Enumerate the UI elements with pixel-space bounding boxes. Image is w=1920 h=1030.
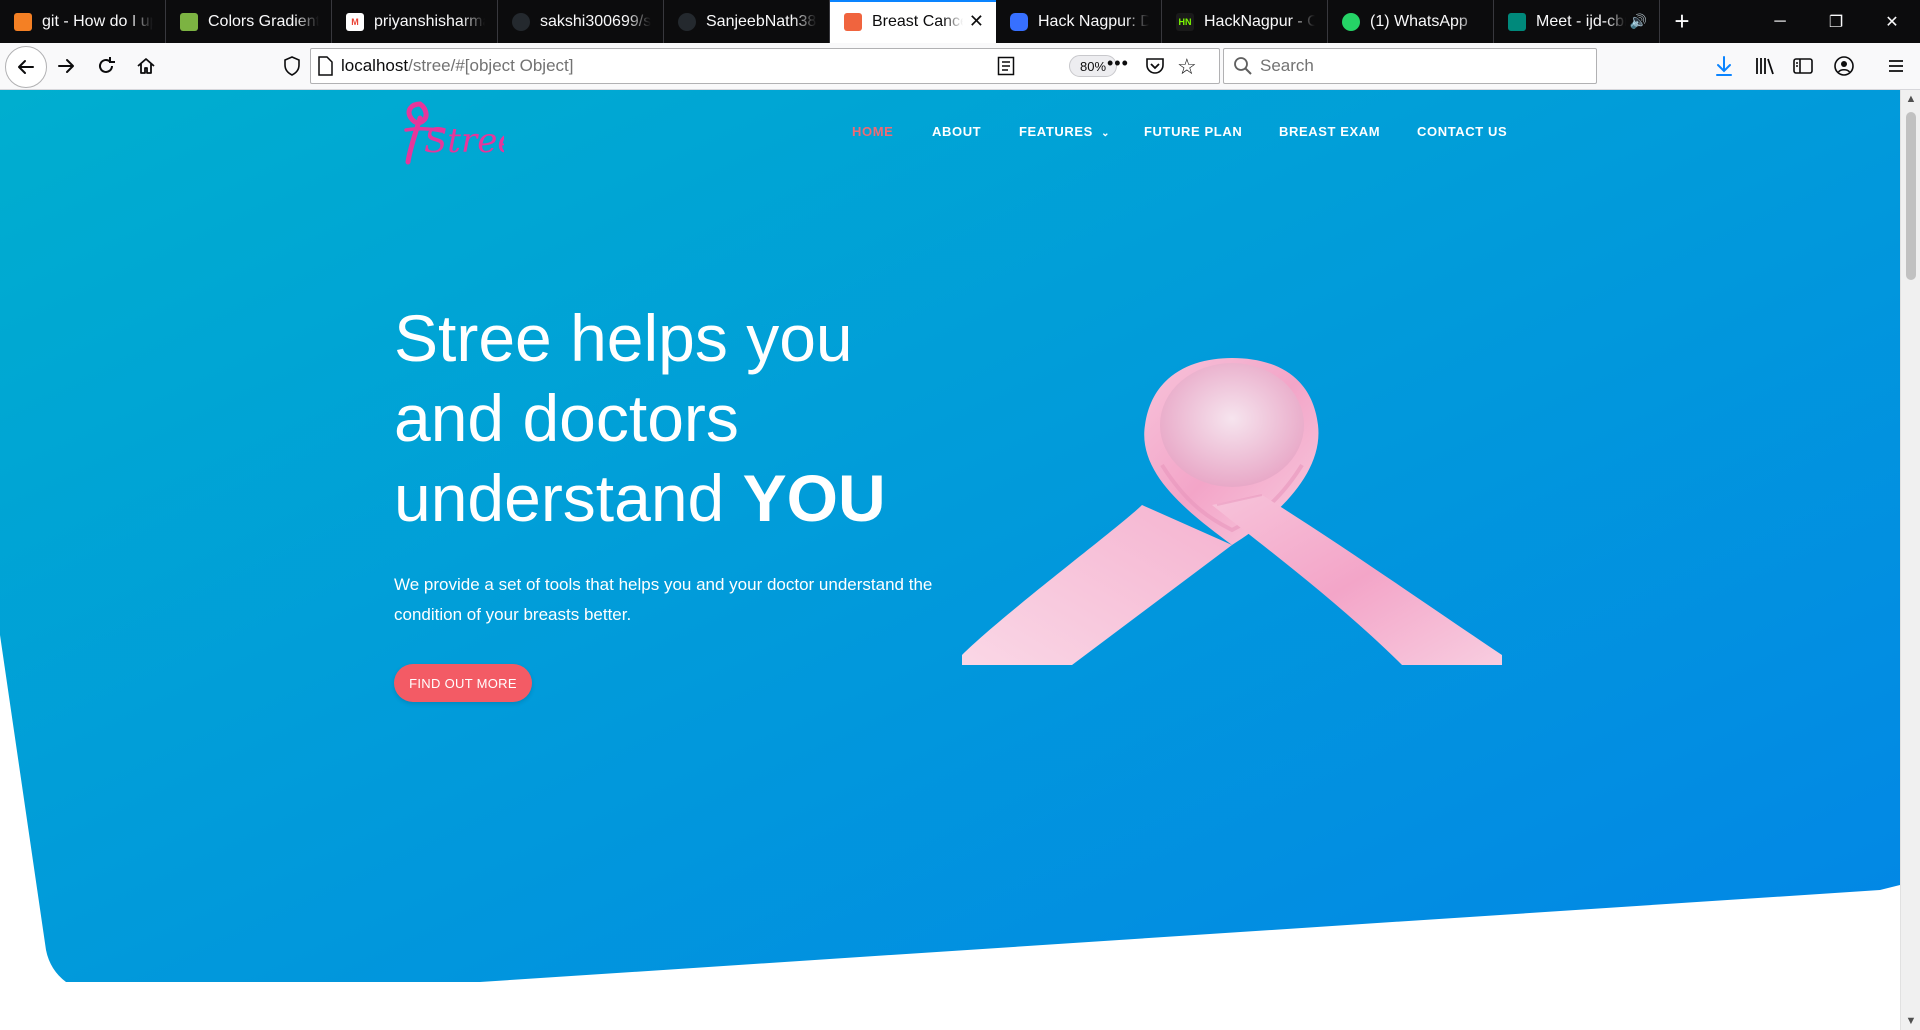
back-button[interactable]	[5, 46, 47, 88]
pink-ribbon-image	[962, 358, 1502, 665]
browser-tab[interactable]: sakshi300699/stre	[498, 0, 664, 43]
hero-heading-line2: and doctors	[394, 381, 739, 455]
devfolio-icon	[1010, 12, 1028, 31]
browser-tab[interactable]: HN HackNagpur - Ce	[1162, 0, 1328, 43]
chevron-down-icon: ⌄	[1101, 128, 1111, 139]
reader-view-icon[interactable]	[997, 56, 1015, 76]
forward-button[interactable]	[49, 49, 83, 83]
sidebar-button[interactable]	[1786, 49, 1820, 83]
browser-tab[interactable]: Meet - ijd-cbr 🔊	[1494, 0, 1660, 43]
gradient-site-icon	[180, 12, 198, 31]
arrow-left-icon	[18, 60, 34, 74]
downloads-button[interactable]	[1707, 49, 1741, 83]
browser-tab[interactable]: SanjeebNath382/	[664, 0, 830, 43]
hamburger-menu-icon	[1889, 60, 1903, 72]
browser-tab-strip: git - How do I up Colors Gradient M priy…	[0, 0, 1920, 43]
search-placeholder: Search	[1260, 56, 1314, 75]
home-button[interactable]	[129, 49, 163, 83]
sidebar-icon	[1793, 58, 1813, 74]
menu-button[interactable]	[1879, 49, 1913, 83]
library-button[interactable]	[1748, 49, 1782, 83]
new-tab-button[interactable]: +	[1660, 0, 1704, 43]
google-meet-icon	[1508, 12, 1526, 31]
tab-title: Breast Cancer	[872, 12, 963, 30]
hacknagpur-icon: HN	[1176, 12, 1194, 31]
localhost-page-icon	[844, 12, 862, 31]
minimize-icon[interactable]: ─	[1752, 0, 1808, 43]
more-actions-icon[interactable]: •••	[1107, 53, 1129, 74]
address-bar[interactable]: localhost/stree/#[object Object] 80% •••…	[310, 48, 1220, 84]
tab-title: Hack Nagpur: Da	[1038, 12, 1149, 30]
nav-features-link[interactable]: FEATURES ⌄	[1019, 124, 1110, 139]
pocket-icon[interactable]	[1145, 56, 1165, 76]
tab-title: git - How do I up	[42, 12, 153, 30]
whatsapp-icon	[1342, 12, 1360, 31]
page-info-icon[interactable]	[317, 56, 333, 76]
site-navigation: HOME ABOUT FEATURES ⌄ FUTURE PLAN BREAST…	[0, 124, 1900, 144]
github-icon	[678, 12, 696, 31]
page-viewport: Stree HOME ABOUT FEATURES ⌄ FUTURE PLAN …	[0, 90, 1900, 1030]
hero-heading-line1: Stree helps you	[394, 301, 853, 375]
download-icon	[1716, 56, 1732, 76]
page-scrollbar[interactable]: ▲ ▼	[1900, 90, 1920, 1030]
tab-title: Colors Gradient	[208, 12, 319, 30]
account-icon	[1834, 56, 1854, 76]
scroll-down-arrow-icon[interactable]: ▼	[1901, 1012, 1920, 1030]
find-out-more-button[interactable]: FIND OUT MORE	[394, 664, 532, 702]
tab-title: Meet - ijd-cbr	[1536, 12, 1626, 30]
nav-contact-us-link[interactable]: CONTACT US	[1417, 124, 1507, 139]
gmail-icon: M	[346, 12, 364, 31]
reload-button[interactable]	[89, 49, 123, 83]
nav-about-link[interactable]: ABOUT	[932, 124, 981, 139]
tab-title: SanjeebNath382/	[706, 12, 817, 30]
nav-home-link[interactable]: HOME	[852, 124, 893, 139]
github-icon	[512, 12, 530, 31]
browser-tab[interactable]: (1) WhatsApp	[1328, 0, 1494, 43]
search-input[interactable]: Search	[1223, 48, 1597, 84]
nav-features-label: FEATURES	[1019, 124, 1093, 139]
nav-breast-exam-link[interactable]: BREAST EXAM	[1279, 124, 1380, 139]
scroll-up-arrow-icon[interactable]: ▲	[1901, 90, 1920, 108]
close-tab-icon[interactable]: ✕	[969, 11, 984, 32]
nav-future-plan-link[interactable]: FUTURE PLAN	[1144, 124, 1242, 139]
browser-tab-active[interactable]: Breast Cancer ✕	[830, 0, 996, 43]
browser-tab[interactable]: git - How do I up	[0, 0, 166, 43]
search-icon	[1233, 56, 1253, 76]
tab-title: HackNagpur - Ce	[1204, 12, 1315, 30]
arrow-right-icon	[58, 59, 74, 73]
speaker-icon[interactable]: 🔊	[1630, 13, 1647, 30]
browser-tab[interactable]: M priyanshisharma	[332, 0, 498, 43]
account-button[interactable]	[1827, 49, 1861, 83]
home-icon	[137, 58, 155, 74]
hero-background	[0, 90, 1900, 982]
library-icon	[1756, 58, 1774, 75]
stackoverflow-icon	[14, 12, 32, 31]
tab-title: (1) WhatsApp	[1370, 12, 1468, 30]
hero-heading-line3: understand	[394, 461, 725, 535]
url-text: localhost/stree/#[object Object]	[341, 56, 574, 75]
hero-heading-emphasis: YOU	[742, 461, 886, 535]
hero-subtitle: We provide a set of tools that helps you…	[394, 575, 933, 624]
browser-tab[interactable]: Hack Nagpur: Da	[996, 0, 1162, 43]
close-window-icon[interactable]: ✕	[1864, 0, 1920, 43]
window-controls: ─ ❐ ✕	[1752, 0, 1920, 43]
restore-icon[interactable]: ❐	[1808, 0, 1864, 43]
tab-title: priyanshisharma	[374, 12, 485, 30]
scrollbar-thumb[interactable]	[1906, 112, 1916, 280]
tab-title: sakshi300699/stre	[540, 12, 651, 30]
bookmark-star-icon[interactable]: ☆	[1177, 54, 1197, 80]
browser-tab[interactable]: Colors Gradient	[166, 0, 332, 43]
reload-icon	[99, 57, 115, 73]
browser-toolbar: localhost/stree/#[object Object] 80% •••…	[0, 43, 1920, 90]
hero-heading: Stree helps you and doctors understand Y…	[394, 298, 994, 538]
tracking-protection-icon[interactable]	[274, 51, 310, 81]
